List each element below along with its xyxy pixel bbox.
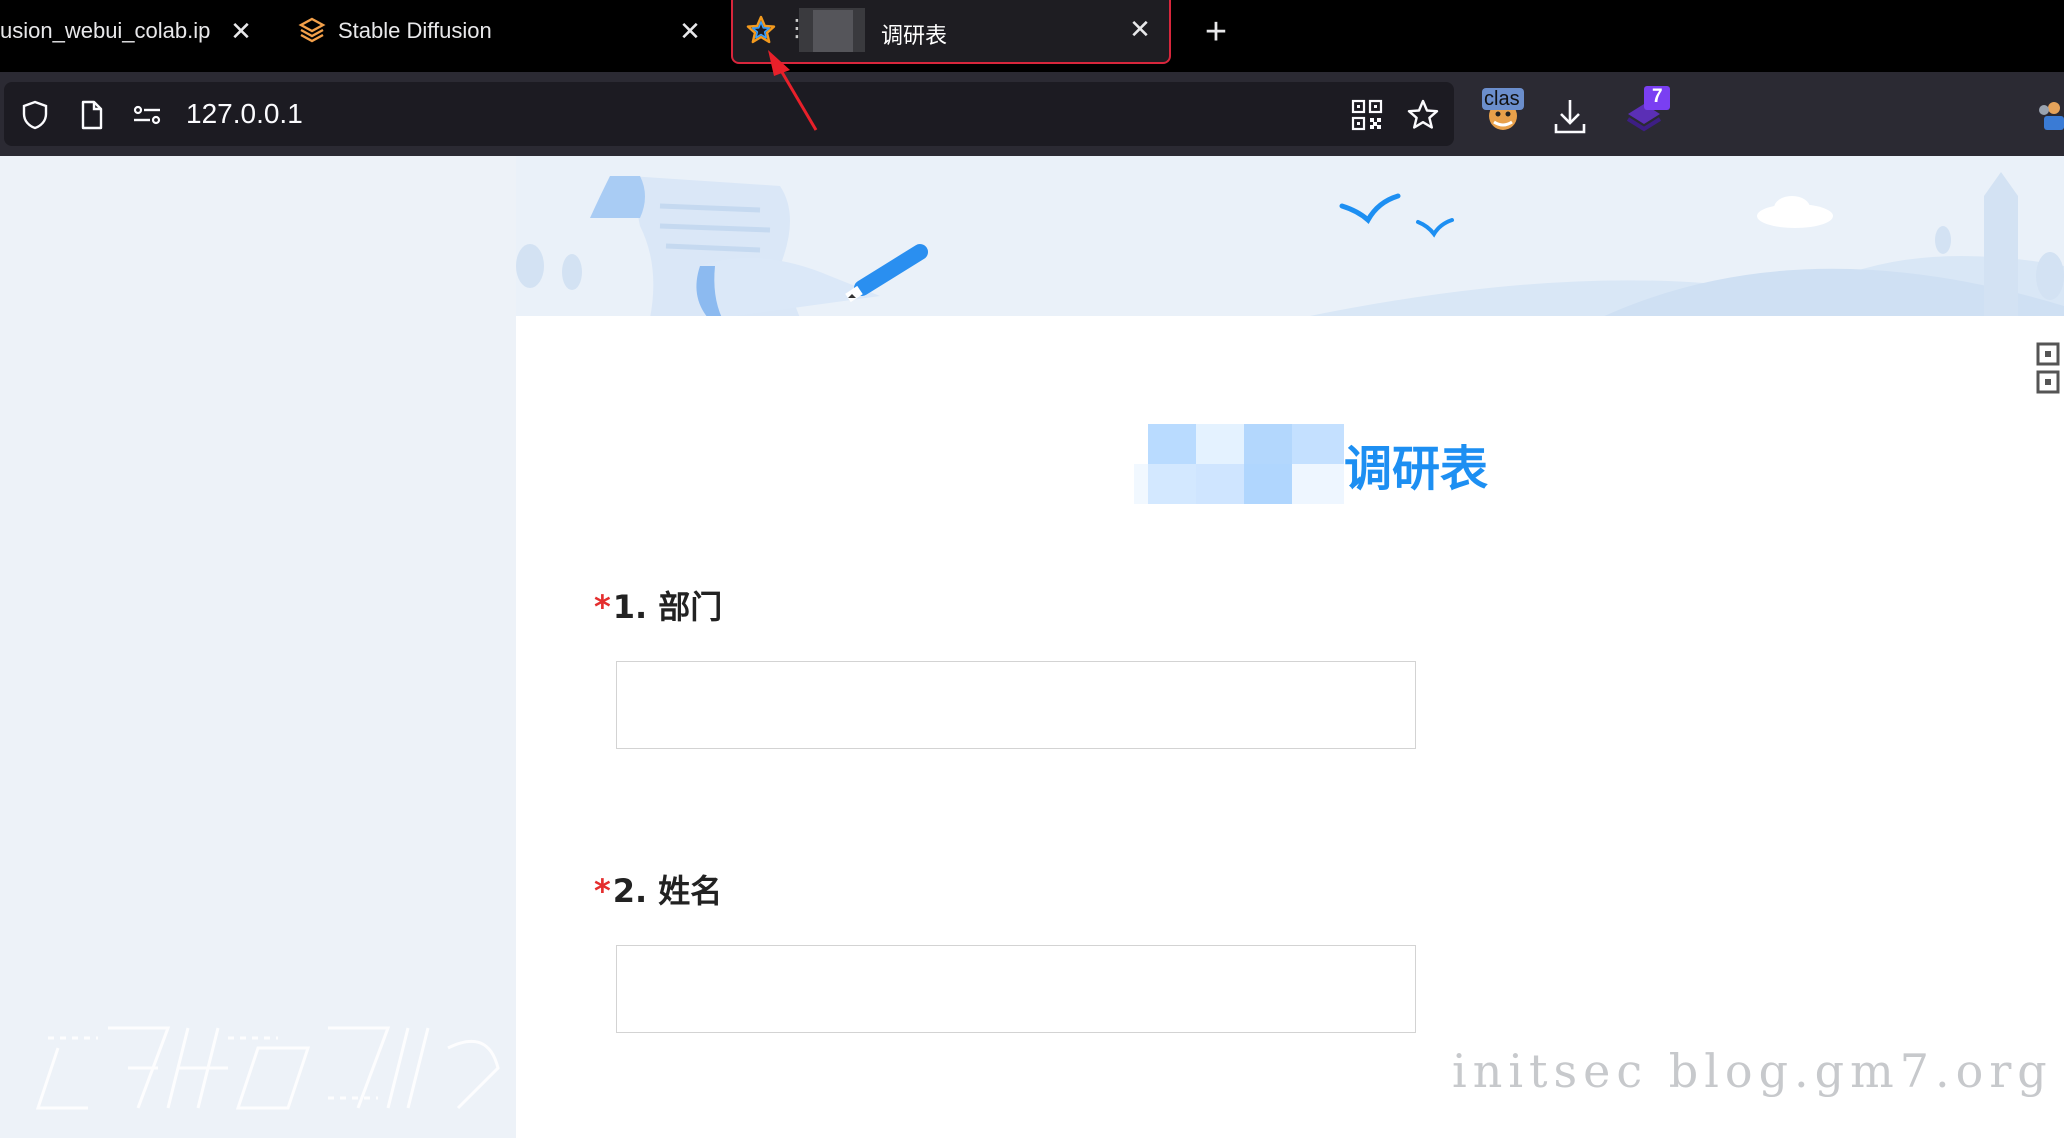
redacted-title-part: [813, 10, 853, 52]
tab-survey-active[interactable]: ⋮ 调研表 ✕: [731, 0, 1171, 64]
qr-code-icon[interactable]: [1350, 98, 1384, 132]
url-text: 127.0.0.1: [186, 98, 303, 129]
question-text: 2. 姓名: [612, 872, 723, 910]
name-field[interactable]: [616, 945, 1416, 1033]
stable-diffusion-logo-icon: [298, 17, 326, 43]
shield-icon[interactable]: [18, 98, 52, 132]
watermark-text: initsec blog.gm7.org: [1452, 1044, 2053, 1098]
account-avatar-icon[interactable]: [2034, 98, 2064, 142]
clash-extension-button[interactable]: clas: [1480, 86, 1526, 134]
question-2-label: *2. 姓名: [594, 866, 722, 912]
address-bar[interactable]: 127.0.0.1: [4, 82, 1454, 146]
clash-badge: clas: [1484, 88, 1520, 110]
banner-illustration: [516, 156, 2064, 318]
navigation-toolbar: 127.0.0.1 clas 7: [0, 72, 2064, 156]
form-title: 调研表: [1344, 441, 1489, 497]
tab-label: 调研表: [881, 23, 948, 48]
bookmark-star-icon[interactable]: [1406, 98, 1440, 132]
tab-stable-diffusion[interactable]: Stable Diffusion ✕: [290, 0, 720, 62]
close-tab-icon[interactable]: ✕: [1125, 14, 1155, 44]
form-title-block: 调研表: [1134, 424, 1488, 504]
redacted-title-mosaic: [1134, 424, 1344, 504]
close-tab-icon[interactable]: ✕: [226, 16, 256, 46]
tab-colab-notebook[interactable]: usion_webui_colab.ip ✕: [0, 0, 270, 62]
question-text: 1. 部门: [612, 588, 723, 626]
tab-label: Stable Diffusion: [338, 18, 492, 43]
notification-badge: 7: [1652, 86, 1663, 107]
download-icon[interactable]: [1548, 94, 1592, 138]
permissions-icon[interactable]: [130, 98, 164, 132]
page-info-icon[interactable]: [74, 98, 108, 132]
tab-label: usion_webui_colab.ip: [0, 18, 211, 43]
decorative-ascii-art: [35, 1026, 500, 1110]
required-asterisk: *: [594, 588, 611, 626]
qr-code-float-button[interactable]: [2032, 332, 2064, 402]
tab-strip: usion_webui_colab.ip ✕ Stable Diffusion …: [0, 0, 2064, 72]
required-asterisk: *: [594, 872, 611, 910]
stack-extension-icon: [1626, 86, 1670, 132]
new-tab-button[interactable]: +: [1196, 11, 1236, 53]
department-field[interactable]: [616, 661, 1416, 749]
extension-button[interactable]: 7: [1624, 86, 1672, 136]
close-tab-icon[interactable]: ✕: [675, 16, 705, 46]
question-1-label: *1. 部门: [594, 582, 722, 628]
star-icon: [746, 15, 776, 44]
